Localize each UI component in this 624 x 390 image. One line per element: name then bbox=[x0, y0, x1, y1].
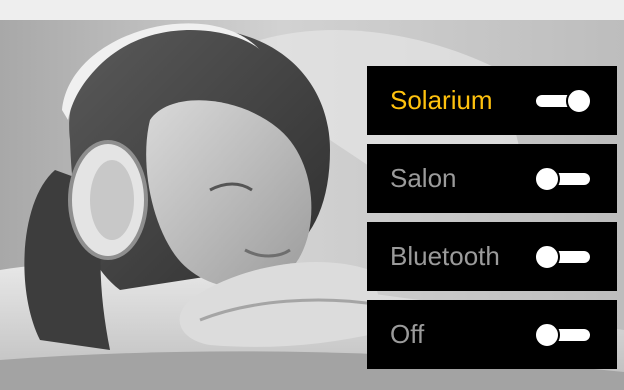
source-label-bluetooth: Bluetooth bbox=[390, 241, 500, 271]
toggle-knob bbox=[534, 244, 560, 270]
off-toggle-switch[interactable] bbox=[534, 322, 592, 348]
salon-toggle-switch[interactable] bbox=[534, 166, 592, 192]
audio-source-menu: Solarium Salon Bluetooth Off bbox=[367, 66, 617, 369]
source-label-salon: Salon bbox=[390, 163, 457, 193]
bluetooth-toggle-switch[interactable] bbox=[534, 244, 592, 270]
source-row-off[interactable]: Off bbox=[367, 300, 617, 369]
toggle-knob bbox=[566, 88, 592, 114]
solarium-toggle-switch[interactable] bbox=[534, 88, 592, 114]
source-row-salon[interactable]: Salon bbox=[367, 144, 617, 213]
toggle-knob bbox=[534, 166, 560, 192]
toggle-knob bbox=[534, 322, 560, 348]
source-row-solarium[interactable]: Solarium bbox=[367, 66, 617, 135]
source-row-bluetooth[interactable]: Bluetooth bbox=[367, 222, 617, 291]
source-label-off: Off bbox=[390, 319, 425, 349]
source-label-solarium: Solarium bbox=[390, 85, 493, 115]
